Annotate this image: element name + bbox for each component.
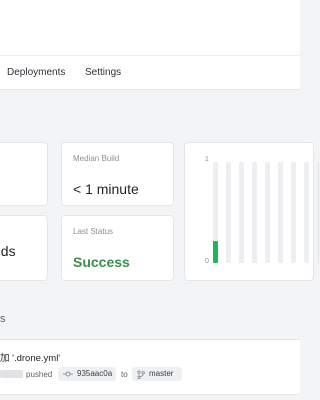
- chart-bar-track: [265, 162, 270, 263]
- tab-deployments[interactable]: Deployments: [7, 67, 65, 78]
- build-commit-message: 加 '.drone.yml': [0, 353, 61, 364]
- build-to-text: to: [121, 370, 128, 379]
- stat-card-partial-top: [0, 142, 48, 206]
- chart-bar-track: [291, 162, 296, 263]
- chart-bar-track: [278, 162, 283, 263]
- branch-icon: [137, 369, 145, 379]
- branch-name: master: [149, 369, 174, 378]
- build-action-text: pushed: [26, 370, 53, 379]
- chart-bar-track: [304, 162, 309, 263]
- build-history-chart: 1 0: [184, 142, 320, 281]
- stat-card-partial-bottom-value: nds: [0, 243, 16, 259]
- top-bar: [0, 0, 300, 56]
- tab-settings[interactable]: Settings: [85, 67, 121, 78]
- stat-card-partial-bottom: nds: [0, 215, 48, 281]
- section-heading-fragment: s: [0, 313, 6, 325]
- chart-bar-track: [226, 162, 231, 263]
- median-build-card: Median Build < 1 minute: [61, 142, 174, 206]
- y-axis-tick-0: 0: [205, 258, 209, 265]
- commit-sha: 935aac0a: [77, 369, 113, 378]
- y-axis-tick-1: 1: [205, 156, 209, 163]
- commit-chip[interactable]: 935aac0a: [58, 367, 116, 381]
- chart-bar-track: [239, 162, 244, 263]
- tab-bar: Deployments Settings: [0, 56, 300, 90]
- chart-bar-track: [252, 162, 257, 263]
- commit-icon: [63, 370, 73, 378]
- last-status-card: Last Status Success: [61, 215, 174, 281]
- chart-bar[interactable]: [213, 241, 218, 263]
- chart-bar-track: [213, 162, 218, 263]
- median-build-value: < 1 minute: [73, 181, 139, 197]
- branch-chip[interactable]: master: [132, 367, 182, 381]
- build-row[interactable]: 加 '.drone.yml' pushed 935aac0a to master: [0, 339, 300, 395]
- last-status-value: Success: [73, 254, 130, 270]
- author-name-redacted: [0, 370, 23, 378]
- last-status-label: Last Status: [73, 227, 114, 236]
- median-build-label: Median Build: [73, 154, 120, 163]
